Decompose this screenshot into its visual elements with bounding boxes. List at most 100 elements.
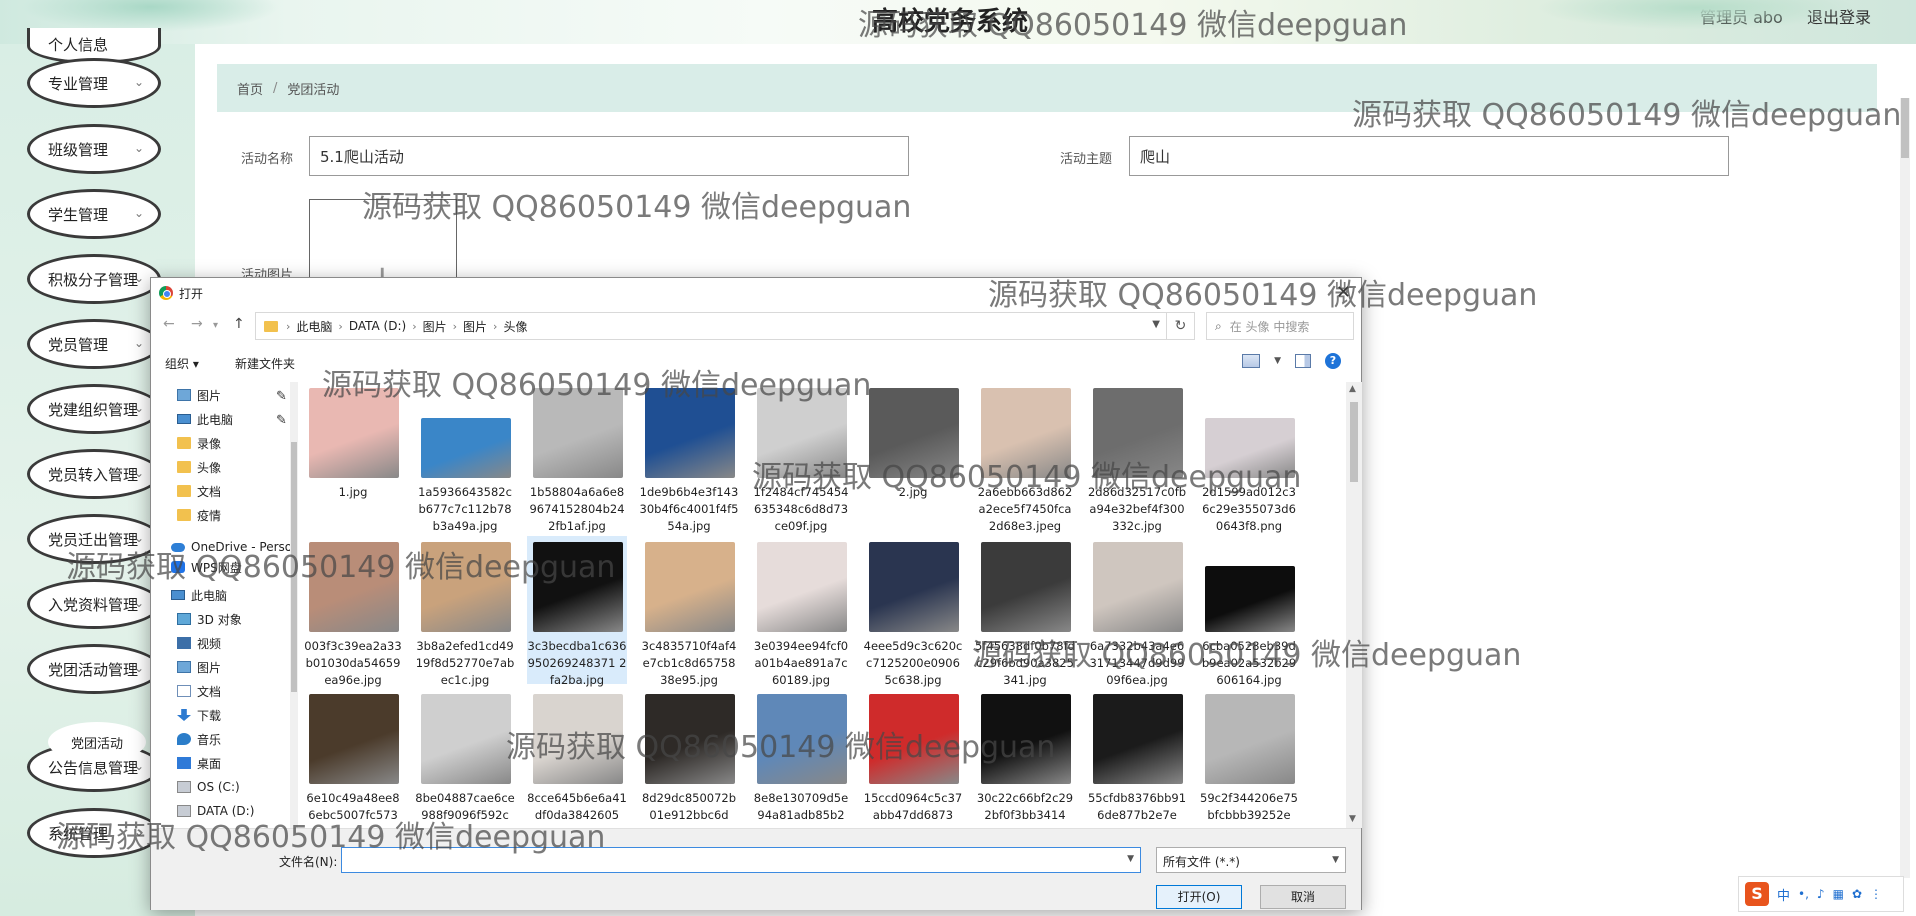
up-arrow-icon[interactable]: ↑	[233, 316, 245, 332]
sidebar-item-6[interactable]: 党员转入管理 ⌄	[27, 449, 161, 499]
sidebar-item-4[interactable]: 党员管理 ⌄	[27, 319, 161, 369]
help-icon[interactable]: ?	[1325, 353, 1341, 369]
pin-icon[interactable]: ✎	[276, 389, 287, 404]
file-tile[interactable]: 15ccd0964c5c37abb47dd6873	[863, 688, 963, 828]
skin-icon[interactable]: ✿	[1852, 887, 1862, 901]
file-tile[interactable]: 2d86d32517c0fba94e32bef4f300332c.jpg	[1087, 382, 1187, 533]
nav-item[interactable]: 录像	[177, 432, 221, 454]
chevron-down-icon[interactable]: ▼	[1152, 319, 1160, 330]
path-this-pc[interactable]: 此电脑	[296, 318, 332, 335]
sidebar-item-8[interactable]: 入党资料管理 ⌄	[27, 579, 161, 629]
path-pictures[interactable]: 图片	[423, 318, 447, 335]
file-tile[interactable]: 1a5936643582cb677c7c112b78b3a49a.jpg	[415, 382, 515, 533]
preview-pane-icon[interactable]	[1295, 354, 1311, 368]
grid-scrollbar[interactable]: ▲ ▼	[1346, 382, 1362, 828]
sidebar-item-0[interactable]: 专业管理 ⌄	[27, 58, 161, 108]
nav-item[interactable]: 下载	[177, 704, 221, 726]
activity-name-input[interactable]	[309, 136, 909, 176]
path-avatar[interactable]: 头像	[503, 318, 527, 335]
search-input[interactable]: ⌕ 在 头像 中搜索	[1206, 312, 1354, 340]
file-tile[interactable]: 2.jpg	[863, 382, 963, 530]
nav-item[interactable]: 疫情	[177, 504, 221, 526]
nav-item[interactable]: OneDrive - Perso	[171, 536, 292, 558]
keyboard-icon[interactable]: ▦	[1833, 887, 1844, 901]
file-tile[interactable]: 1de9b6b4e3f14330b4f6c4001f4f554a.jpg	[639, 382, 739, 533]
ime-toolbar[interactable]: S 中 •, ♪ ▦ ✿ ⋮	[1738, 876, 1904, 912]
file-tile[interactable]: 6e10c49a48ee86ebc5007fc573	[303, 688, 403, 828]
file-tile[interactable]: 2d1599ad012c36c29e355073d60643f8.png	[1199, 382, 1299, 533]
cancel-button[interactable]: 取消	[1260, 885, 1346, 909]
filename-input[interactable]: ▼	[341, 847, 1141, 873]
nav-item[interactable]: 图片	[177, 656, 221, 678]
chevron-down-icon[interactable]: ▼	[1127, 854, 1134, 864]
nav-item[interactable]: 图片	[177, 384, 221, 406]
nav-item[interactable]: 视频	[177, 632, 221, 654]
punctuation-icon[interactable]: •,	[1798, 887, 1809, 901]
file-tile[interactable]: 4eee5d9c3c620cc7125200e09065c638.jpg	[863, 536, 963, 687]
pin-icon[interactable]: ✎	[276, 413, 287, 428]
scroll-down-icon[interactable]: ▼	[1349, 814, 1356, 824]
nav-item[interactable]: DATA (D:)	[177, 800, 254, 822]
file-tile[interactable]: 1.jpg	[303, 382, 403, 530]
nav-item[interactable]: 桌面	[177, 752, 221, 774]
address-bar[interactable]: › 此电脑 › DATA (D:) › 图片 › 图片 › 头像 ▼ ↻	[255, 312, 1195, 340]
nav-scroll-thumb[interactable]	[291, 442, 297, 692]
nav-scrollbar[interactable]	[290, 382, 298, 828]
chevron-down-icon[interactable]: ▼	[1274, 356, 1281, 366]
submenu-item-activity[interactable]: 党团活动	[48, 722, 146, 762]
scroll-up-icon[interactable]: ▲	[1349, 384, 1356, 394]
file-tile[interactable]: 59c2f344206e75bfcbbb39252e	[1199, 688, 1299, 828]
file-tile[interactable]: 8d29dc850072b01e912bbc6d	[639, 688, 739, 828]
organize-button[interactable]: 组织 ▾	[165, 355, 199, 372]
file-tile[interactable]: 5f45638df0b78fdc29f6bd90a3825341.jpg	[975, 536, 1075, 687]
path-data-drive[interactable]: DATA (D:)	[349, 319, 406, 333]
file-tile[interactable]: 8e8e130709d5e94a81adb85b2	[751, 688, 851, 828]
sidebar-item-3[interactable]: 积极分子管理 ⌄	[27, 254, 161, 304]
microphone-icon[interactable]: ♪	[1817, 887, 1825, 901]
logout-link[interactable]: 退出登录	[1807, 4, 1871, 28]
back-arrow-icon[interactable]: ←	[163, 316, 175, 332]
path-pictures-sub[interactable]: 图片	[463, 318, 487, 335]
nav-item[interactable]: 音乐	[177, 728, 221, 750]
activity-theme-input[interactable]	[1129, 136, 1729, 176]
sidebar-item-2[interactable]: 学生管理 ⌄	[27, 189, 161, 239]
nav-item[interactable]: 文档	[177, 480, 221, 502]
new-folder-button[interactable]: 新建文件夹	[235, 355, 295, 372]
file-tile[interactable]: 3c3becdba1c636950269248371 2fa2ba.jpg	[527, 536, 627, 687]
sidebar-item-9[interactable]: 党团活动管理 ⌄	[27, 644, 161, 694]
sidebar-item-7[interactable]: 党员迁出管理 ⌄	[27, 514, 161, 564]
file-tile[interactable]: 3e0394ee94fcf0a01b4ae891a7c60189.jpg	[751, 536, 851, 687]
sidebar-item-11[interactable]: 系统管理 ⌄	[27, 808, 161, 858]
file-tile[interactable]: 30c22c66bf2c292bf0f3bb3414	[975, 688, 1075, 828]
page-scrollbar[interactable]	[1900, 98, 1910, 878]
nav-item[interactable]: WPS网盘	[171, 556, 242, 578]
sidebar-item-5[interactable]: 党建组织管理 ⌄	[27, 384, 161, 434]
open-button[interactable]: 打开(O)	[1156, 885, 1242, 909]
file-tile[interactable]: 003f3c39ea2a33b01030da54659ea96e.jpg	[303, 536, 403, 687]
file-tile[interactable]: 3b8a2efed1cd4919f8d52770e7abec1c.jpg	[415, 536, 515, 687]
nav-item[interactable]: 此电脑	[171, 584, 227, 606]
nav-item[interactable]: OS (C:)	[177, 776, 240, 798]
breadcrumb-home[interactable]: 首页	[237, 79, 263, 98]
ime-mode-label[interactable]: 中	[1777, 885, 1790, 904]
filetype-select[interactable]: 所有文件 (*.*) ▼	[1156, 847, 1346, 873]
file-tile[interactable]: 55cfdb8376bb916de877b2e7e	[1087, 688, 1187, 828]
file-tile[interactable]: 6cba0528eb39db9ea02a532b29606164.jpg	[1199, 536, 1299, 687]
tools-icon[interactable]: ⋮	[1870, 887, 1882, 901]
file-tile[interactable]: 1b58804a6a6e89674152804b242fb1af.jpg	[527, 382, 627, 533]
file-tile[interactable]: 2a6ebb663d862a2ece5f7450fca2d68e3.jpeg	[975, 382, 1075, 533]
nav-item[interactable]: 文档	[177, 680, 221, 702]
file-tile[interactable]: 3c4835710f4af4e7cb1c8d6575838e95.jpg	[639, 536, 739, 687]
file-tile[interactable]: 8cce645b6e6a41df0da3842605	[527, 688, 627, 828]
sidebar-item-1[interactable]: 班级管理 ⌄	[27, 124, 161, 174]
forward-arrow-icon[interactable]: →	[191, 316, 203, 332]
nav-item[interactable]: 3D 对象	[177, 608, 242, 630]
grid-scroll-thumb[interactable]	[1350, 402, 1358, 482]
nav-item[interactable]: 头像	[177, 456, 221, 478]
close-icon[interactable]: ✕	[1336, 282, 1351, 303]
nav-item[interactable]: 此电脑	[177, 408, 233, 430]
page-scroll-thumb[interactable]	[1901, 98, 1909, 158]
recent-chevron-icon[interactable]: ▾	[213, 320, 218, 331]
navigation-pane[interactable]: 图片 ✎ 此电脑 ✎ 录像 头像 文档 疫情 OneDrive - Perso WPS网盘 此电脑 3…	[151, 382, 296, 828]
file-tile[interactable]: 8be04887cae6ce988f9096f592c	[415, 688, 515, 828]
